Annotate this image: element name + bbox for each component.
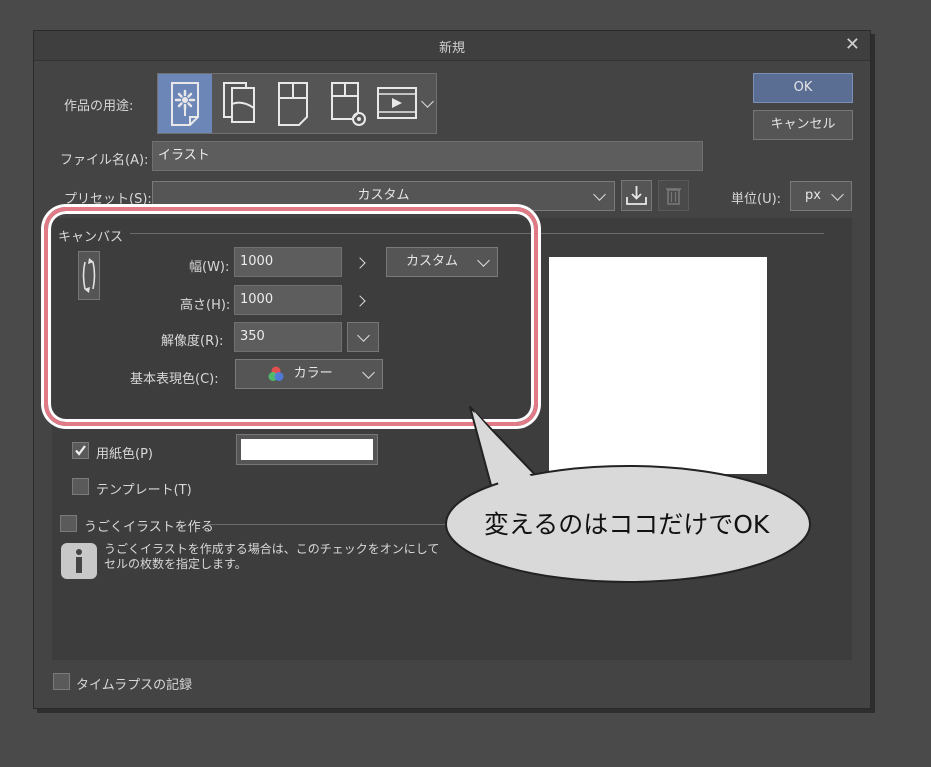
filename-input[interactable]: イラスト <box>152 141 703 171</box>
animation-info-text: うごくイラストを作成する場合は、このチェックをオンにして セルの枚数を指定します… <box>104 542 439 572</box>
ok-button[interactable]: OK <box>753 73 853 103</box>
callout-text: 変えるのはココだけでOK <box>484 510 770 539</box>
page-gear-icon <box>331 82 366 126</box>
purpose-selector <box>157 73 437 134</box>
cancel-button[interactable]: キャンセル <box>753 110 853 140</box>
chevron-down-icon[interactable] <box>421 95 434 108</box>
purpose-comic-button[interactable] <box>212 74 266 133</box>
dialog-title: 新規 <box>438 41 465 56</box>
unit-label: 単位(U): <box>731 192 782 207</box>
paper-color-checkbox[interactable] <box>72 442 89 459</box>
filename-label: ファイル名(A): <box>60 153 149 168</box>
paper-color-swatch <box>241 439 373 460</box>
preset-label: プリセット(S): <box>64 192 152 207</box>
checkmark-icon <box>75 445 86 456</box>
purpose-label: 作品の用途: <box>64 99 134 114</box>
dialog-titlebar: 新規 ✕ <box>34 31 870 61</box>
section-divider <box>206 524 446 525</box>
paper-color-label: 用紙色(P) <box>96 447 153 462</box>
purpose-print-settings-button[interactable] <box>320 74 374 133</box>
close-icon[interactable]: ✕ <box>845 34 860 55</box>
canvas-settings-highlight <box>44 207 538 426</box>
paper-color-swatch-button[interactable] <box>236 434 378 465</box>
unit-dropdown[interactable]: px <box>790 181 852 211</box>
save-preset-button[interactable] <box>621 180 652 211</box>
template-label: テンプレート(T) <box>96 483 192 498</box>
info-icon <box>61 543 97 579</box>
purpose-animation-button[interactable] <box>374 74 420 133</box>
template-checkbox[interactable] <box>72 478 89 495</box>
animation-label: うごくイラストを作る <box>84 520 214 535</box>
timelapse-checkbox[interactable] <box>53 673 70 690</box>
save-preset-icon <box>626 186 647 205</box>
timelapse-label: タイムラプスの記録 <box>76 678 193 693</box>
trash-icon <box>666 188 681 205</box>
unit-value: px <box>805 188 821 203</box>
preset-value: カスタム <box>357 188 410 203</box>
panel-layout-icon <box>278 82 308 126</box>
illustration-icon <box>171 82 199 126</box>
purpose-panel-button[interactable] <box>266 74 320 133</box>
chevron-down-icon <box>593 188 606 201</box>
comic-page-icon <box>223 82 255 123</box>
animation-checkbox[interactable] <box>60 515 77 532</box>
info-text-line: セルの枚数を指定します。 <box>104 557 247 571</box>
purpose-illustration-button[interactable] <box>158 74 212 133</box>
callout-bubble <box>445 406 811 583</box>
chevron-down-icon <box>831 188 844 201</box>
film-play-icon <box>377 87 417 119</box>
info-text-line: うごくイラストを作成する場合は、このチェックをオンにして <box>104 542 440 556</box>
delete-preset-button[interactable] <box>658 180 689 211</box>
